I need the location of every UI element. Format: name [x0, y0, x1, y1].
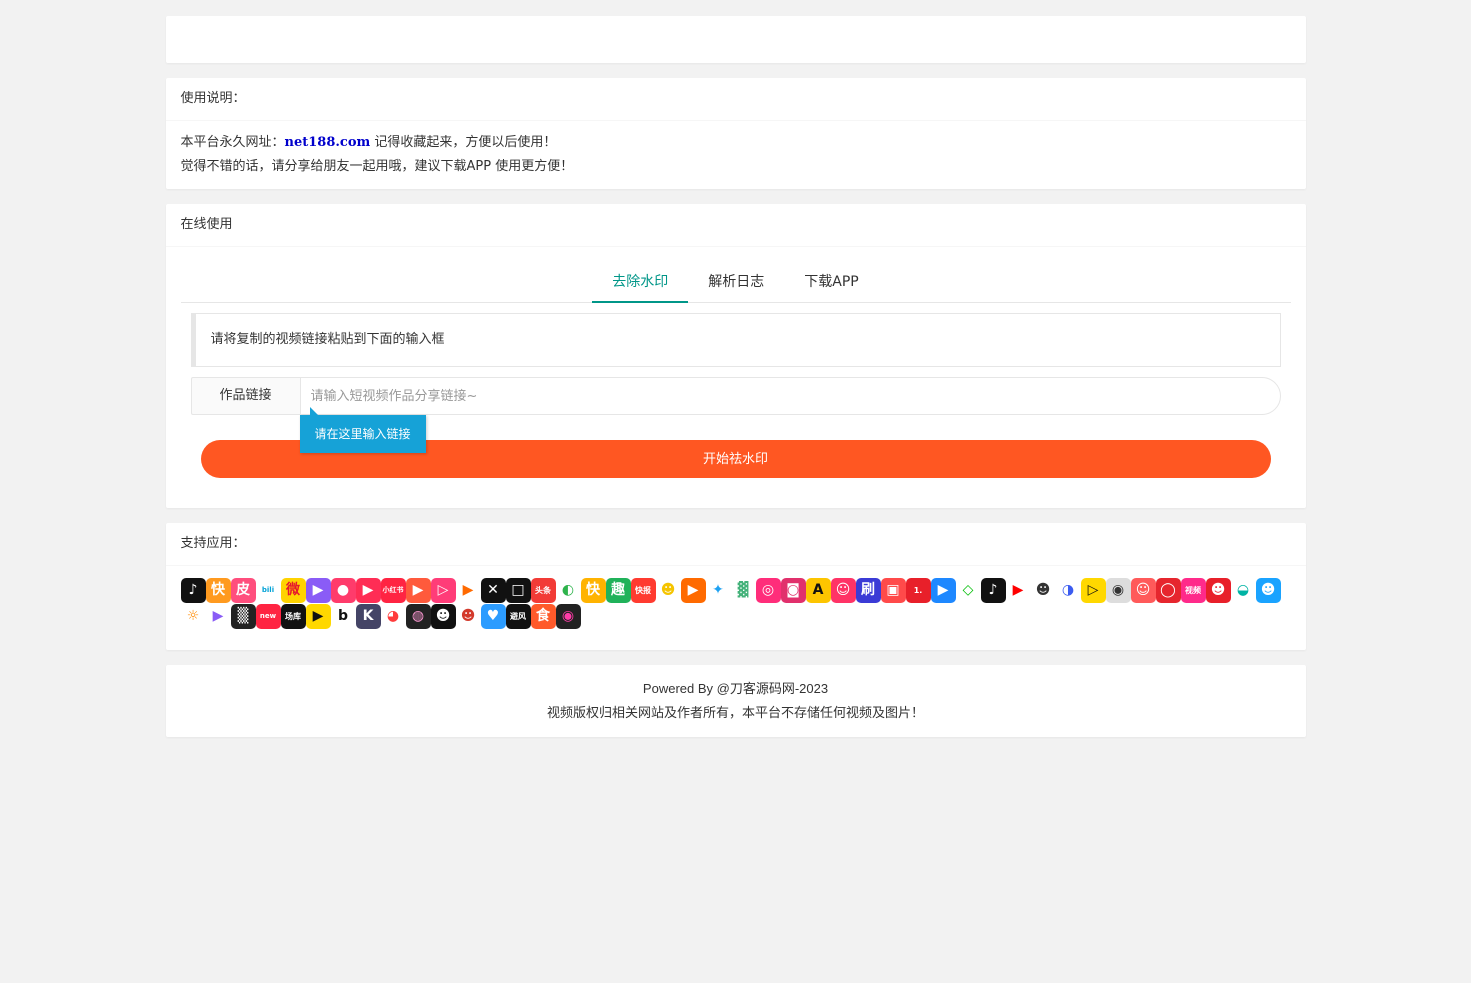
- lvzhou2-icon: ▓: [730, 578, 756, 603]
- notice-line-2: 觉得不错的话，请分享给朋友一起用哦，建议下载APP 使用更方便！: [180, 159, 574, 174]
- footer-powered-by: Powered By @刀客源码网-2023: [642, 681, 829, 696]
- monster-icon: ☻: [430, 604, 456, 629]
- submit-area: 开始祛水印 请在这里输入链接: [181, 407, 1291, 498]
- weishi2-icon: ▶: [205, 604, 231, 629]
- video-icon: 视频: [1180, 578, 1206, 603]
- tiktok-icon: ♪: [980, 578, 1006, 603]
- online-title: 在线使用: [165, 204, 1306, 247]
- tv-icon: ▣: [880, 578, 906, 603]
- face-icon: ☺: [1130, 578, 1156, 603]
- qq-icon: ◑: [1055, 578, 1081, 603]
- circle-icon: ◉: [555, 604, 581, 629]
- huya-icon: ▷: [1080, 578, 1106, 603]
- weishi-icon: ▶: [305, 578, 331, 603]
- shua-icon: 刷: [855, 578, 881, 603]
- meipai-icon: ●: [330, 578, 356, 603]
- bifeng-icon: 避风: [505, 604, 531, 629]
- haokan2-icon: ▶: [680, 578, 706, 603]
- page-container: 使用说明： 本平台永久网址：net188.com 记得收藏起来，方便以后使用！ …: [165, 0, 1306, 737]
- manhua-icon: ☺: [830, 578, 856, 603]
- footer-copyright: 视频版权归相关网站及作者所有，本平台不存储任何视频及图片！: [546, 705, 924, 720]
- online-body: 去除水印 解析日志 下载APP 请将复制的视频链接粘贴到下面的输入框 作品链接 …: [166, 247, 1306, 508]
- notice-line-1-prefix: 本平台永久网址：: [180, 135, 285, 150]
- weibo-icon: 微: [280, 578, 306, 603]
- tab-remove-watermark[interactable]: 去除水印: [592, 262, 689, 303]
- instagram-icon: ◙: [780, 578, 806, 603]
- qutoutiao-icon: 趣: [605, 578, 631, 603]
- cake-icon: ◍: [405, 604, 431, 629]
- online-card: 在线使用 去除水印 解析日志 下载APP 请将复制的视频链接粘贴到下面的输入框 …: [165, 204, 1306, 508]
- input-tooltip: 请在这里输入链接: [299, 407, 426, 453]
- camera-icon: ◉: [1105, 578, 1131, 603]
- notice-body: 本平台永久网址：net188.com 记得收藏起来，方便以后使用！ 觉得不错的话…: [166, 121, 1306, 189]
- youku-icon: ▶: [930, 578, 956, 603]
- zuiyou-icon: ▶: [405, 578, 431, 603]
- tab-download-app[interactable]: 下载APP: [784, 262, 878, 302]
- tanku-icon: 场库: [280, 604, 306, 629]
- bilibili-icon: bili: [255, 578, 281, 603]
- monkey-icon: ☻: [455, 604, 481, 629]
- lizhi-icon: ☻: [1205, 578, 1231, 603]
- penguin-icon: ☻: [1255, 578, 1281, 603]
- hint-box: 请将复制的视频链接粘贴到下面的输入框: [190, 313, 1281, 367]
- xiaohongshu-icon: 小红书: [380, 578, 406, 603]
- apps-card: 支持应用： ♪ 快皮 bili 微 ▶ ● ▶ 小红书 ▶ ▷ ▶ ✕ □ 头条 ◐ 快趣快报 ☻ ▶ ✦ ▓ ◎ ◙ A ☺…: [165, 523, 1306, 650]
- tab-bar: 去除水印 解析日志 下载APP: [180, 262, 1291, 303]
- youtube-icon: ▶: [1005, 578, 1031, 603]
- iqiyi-icon: ◇: [955, 578, 981, 603]
- footer: Powered By @刀客源码网-2023 视频版权归相关网站及作者所有，本平…: [165, 665, 1306, 737]
- huoshan-icon: □: [505, 578, 531, 603]
- link-input-row: 作品链接: [190, 377, 1281, 415]
- quanmin-icon: ▶: [355, 578, 381, 603]
- kuaibao-icon: 快报: [630, 578, 656, 603]
- site-url[interactable]: net188.com: [285, 135, 371, 150]
- tab-parse-log[interactable]: 解析日志: [688, 262, 784, 302]
- yidian-icon: 1.: [905, 578, 931, 603]
- ppx-icon: ◐: [555, 578, 581, 603]
- notice-title: 使用说明：: [165, 78, 1306, 121]
- momo-icon: ◎: [755, 578, 781, 603]
- notice-line-1-suffix: 记得收藏起来，方便以后使用！: [370, 135, 557, 150]
- douyin-icon: ♪: [180, 578, 206, 603]
- top-banner: [165, 16, 1306, 63]
- supported-apps-list: ♪ 快皮 bili 微 ▶ ● ▶ 小红书 ▶ ▷ ▶ ✕ □ 头条 ◐ 快趣快报 ☻ ▶ ✦ ▓ ◎ ◙ A ☺ 刷 ▣ 1. ▶ ◇…: [180, 576, 1283, 640]
- notice-card: 使用说明： 本平台永久网址：net188.com 记得收藏起来，方便以后使用！ …: [165, 78, 1306, 189]
- panda-icon: ☻: [1030, 578, 1056, 603]
- bowl-icon: ◒: [1230, 578, 1256, 603]
- kuai-icon: 快: [580, 578, 606, 603]
- apps-title: 支持应用：: [165, 523, 1306, 566]
- kuaishou-icon: 快: [205, 578, 231, 603]
- link-input-label: 作品链接: [190, 377, 300, 415]
- toutiao-icon: 头条: [530, 578, 556, 603]
- apps-body: ♪ 快皮 bili 微 ▶ ● ▶ 小红书 ▶ ▷ ▶ ✕ □ 头条 ◐ 快趣快报 ☻ ▶ ✦ ▓ ◎ ◙ A ☺ 刷 ▣ 1. ▶ ◇…: [166, 566, 1306, 650]
- netease-icon: ◯: [1155, 578, 1181, 603]
- b-icon: b: [330, 604, 356, 629]
- shi-icon: 食: [530, 604, 556, 629]
- lvzhou-icon: ▷: [430, 578, 456, 603]
- k-icon: K: [355, 604, 381, 629]
- pipixia-icon: 皮: [230, 578, 256, 603]
- twitter-icon: ✦: [705, 578, 731, 603]
- pattern-icon: ▒: [230, 604, 256, 629]
- new-icon: new: [255, 604, 281, 629]
- pin-icon: ◕: [380, 604, 406, 629]
- haokan-icon: ▶: [455, 578, 481, 603]
- notice-line-1: 本平台永久网址：net188.com 记得收藏起来，方便以后使用！: [181, 131, 1291, 155]
- acfun-icon: A: [805, 578, 831, 603]
- qq-bird-icon: ☻: [655, 578, 681, 603]
- capcut-icon: ✕: [480, 578, 506, 603]
- play-yellow-icon: ▶: [305, 604, 331, 629]
- link-input[interactable]: [299, 377, 1281, 415]
- heart-icon: ♥: [480, 604, 506, 629]
- uc-icon: ☼: [180, 604, 206, 629]
